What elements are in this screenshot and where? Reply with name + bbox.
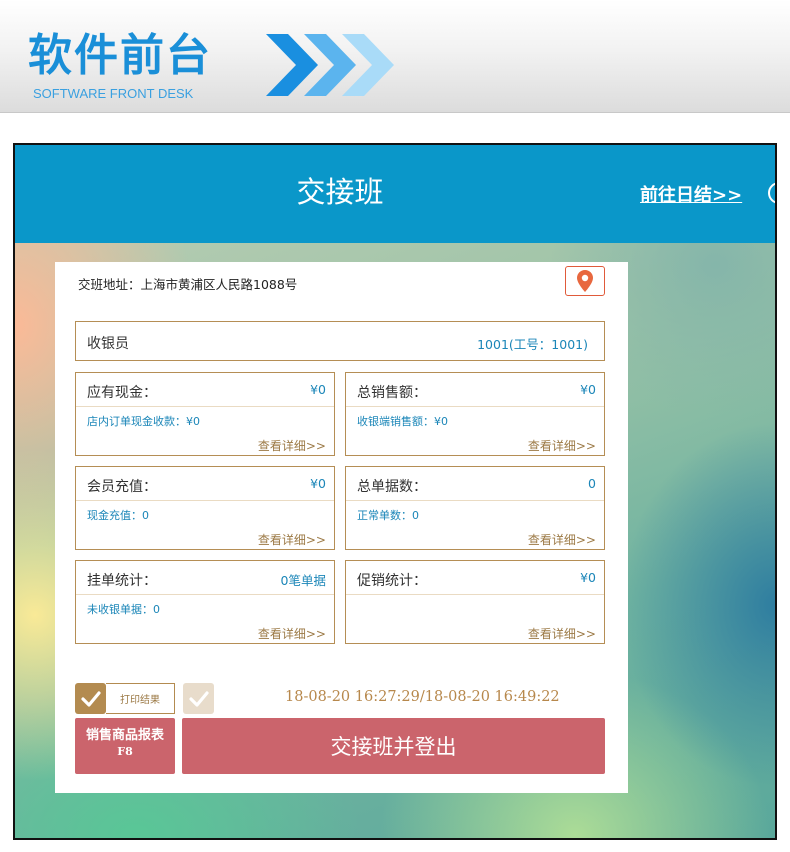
card-member-recharge: 会员充值： ¥0 现金充值：0 查看详细>> xyxy=(75,466,335,550)
brand-subtitle: SOFTWARE FRONT DESK xyxy=(33,86,194,101)
card-total-orders: 总单据数： 0 正常单数：0 查看详细>> xyxy=(345,466,605,550)
handover-panel: 交班地址：上海市黄浦区人民路1088号 收银员 1001(工号：1001) 应有… xyxy=(55,262,628,793)
cashier-label: 收银员 xyxy=(87,336,129,352)
sales-report-shortcut: F8 xyxy=(117,745,133,758)
triple-chevron-right-icon xyxy=(266,34,394,96)
print-result-checkbox[interactable] xyxy=(75,683,106,714)
shift-handover-window: 交接班 前往日结>> 交班地址：上海市黄浦区人民路1088号 收银员 1001(… xyxy=(13,143,777,840)
card-label: 应有现金： xyxy=(87,385,157,401)
print-result-label[interactable]: 打印结果 xyxy=(106,683,175,714)
card-pending-orders: 挂单统计： 0笔单据 未收银单据：0 查看详细>> xyxy=(75,560,335,644)
goto-daily-closing-link[interactable]: 前往日结>> xyxy=(640,181,742,207)
app-header: 交接班 前往日结>> xyxy=(15,145,775,243)
card-sub: 正常单数：0 xyxy=(357,509,419,522)
checkmark-icon xyxy=(188,690,209,707)
card-value: ¥0 xyxy=(310,382,326,397)
card-label: 总单据数： xyxy=(357,479,427,495)
handover-address: 交班地址：上海市黄浦区人民路1088号 xyxy=(78,277,298,292)
shift-time-range: 18-08-20 16:27:29/18-08-20 16:49:22 xyxy=(285,689,560,705)
map-pin-icon xyxy=(577,270,593,292)
card-total-sales: 总销售额： ¥0 收银端销售额：¥0 查看详细>> xyxy=(345,372,605,456)
view-detail-link[interactable]: 查看详细>> xyxy=(528,625,596,642)
card-value: 0笔单据 xyxy=(280,573,326,588)
card-cash-due: 应有现金： ¥0 店内订单现金收款：¥0 查看详细>> xyxy=(75,372,335,456)
card-sub: 现金充值：0 xyxy=(87,509,149,522)
checkmark-icon xyxy=(80,690,101,707)
card-label: 挂单统计： xyxy=(87,573,157,589)
view-detail-link[interactable]: 查看详细>> xyxy=(528,437,596,454)
card-value: 0 xyxy=(588,476,596,491)
cashier-value: 1001(工号：1001) xyxy=(477,337,588,352)
card-value: ¥0 xyxy=(580,570,596,585)
brand-title: 软件前台 xyxy=(28,30,212,81)
card-label: 会员充值： xyxy=(87,479,157,495)
view-detail-link[interactable]: 查看详细>> xyxy=(258,437,326,454)
card-value: ¥0 xyxy=(310,476,326,491)
card-label: 总销售额： xyxy=(357,385,427,401)
view-detail-link[interactable]: 查看详细>> xyxy=(258,531,326,548)
cashier-row: 收银员 1001(工号：1001) xyxy=(75,321,605,361)
card-value: ¥0 xyxy=(580,382,596,397)
card-sub: 收银端销售额：¥0 xyxy=(357,415,448,428)
clock-icon[interactable] xyxy=(768,182,775,204)
top-banner: 软件前台 SOFTWARE FRONT DESK xyxy=(0,0,790,113)
secondary-checkbox[interactable] xyxy=(183,683,214,714)
page-title: 交接班 xyxy=(296,175,384,209)
sales-report-label: 销售商品报表 xyxy=(85,728,164,743)
location-button[interactable] xyxy=(565,266,605,296)
card-promotions: 促销统计： ¥0 查看详细>> xyxy=(345,560,605,644)
card-sub: 未收银单据：0 xyxy=(87,603,160,616)
sales-report-button[interactable]: 销售商品报表 F8 xyxy=(75,718,175,774)
view-detail-link[interactable]: 查看详细>> xyxy=(528,531,596,548)
handover-logout-button[interactable]: 交接班并登出 xyxy=(182,718,605,774)
card-label: 促销统计： xyxy=(357,573,427,589)
view-detail-link[interactable]: 查看详细>> xyxy=(258,625,326,642)
card-sub: 店内订单现金收款：¥0 xyxy=(87,415,200,428)
